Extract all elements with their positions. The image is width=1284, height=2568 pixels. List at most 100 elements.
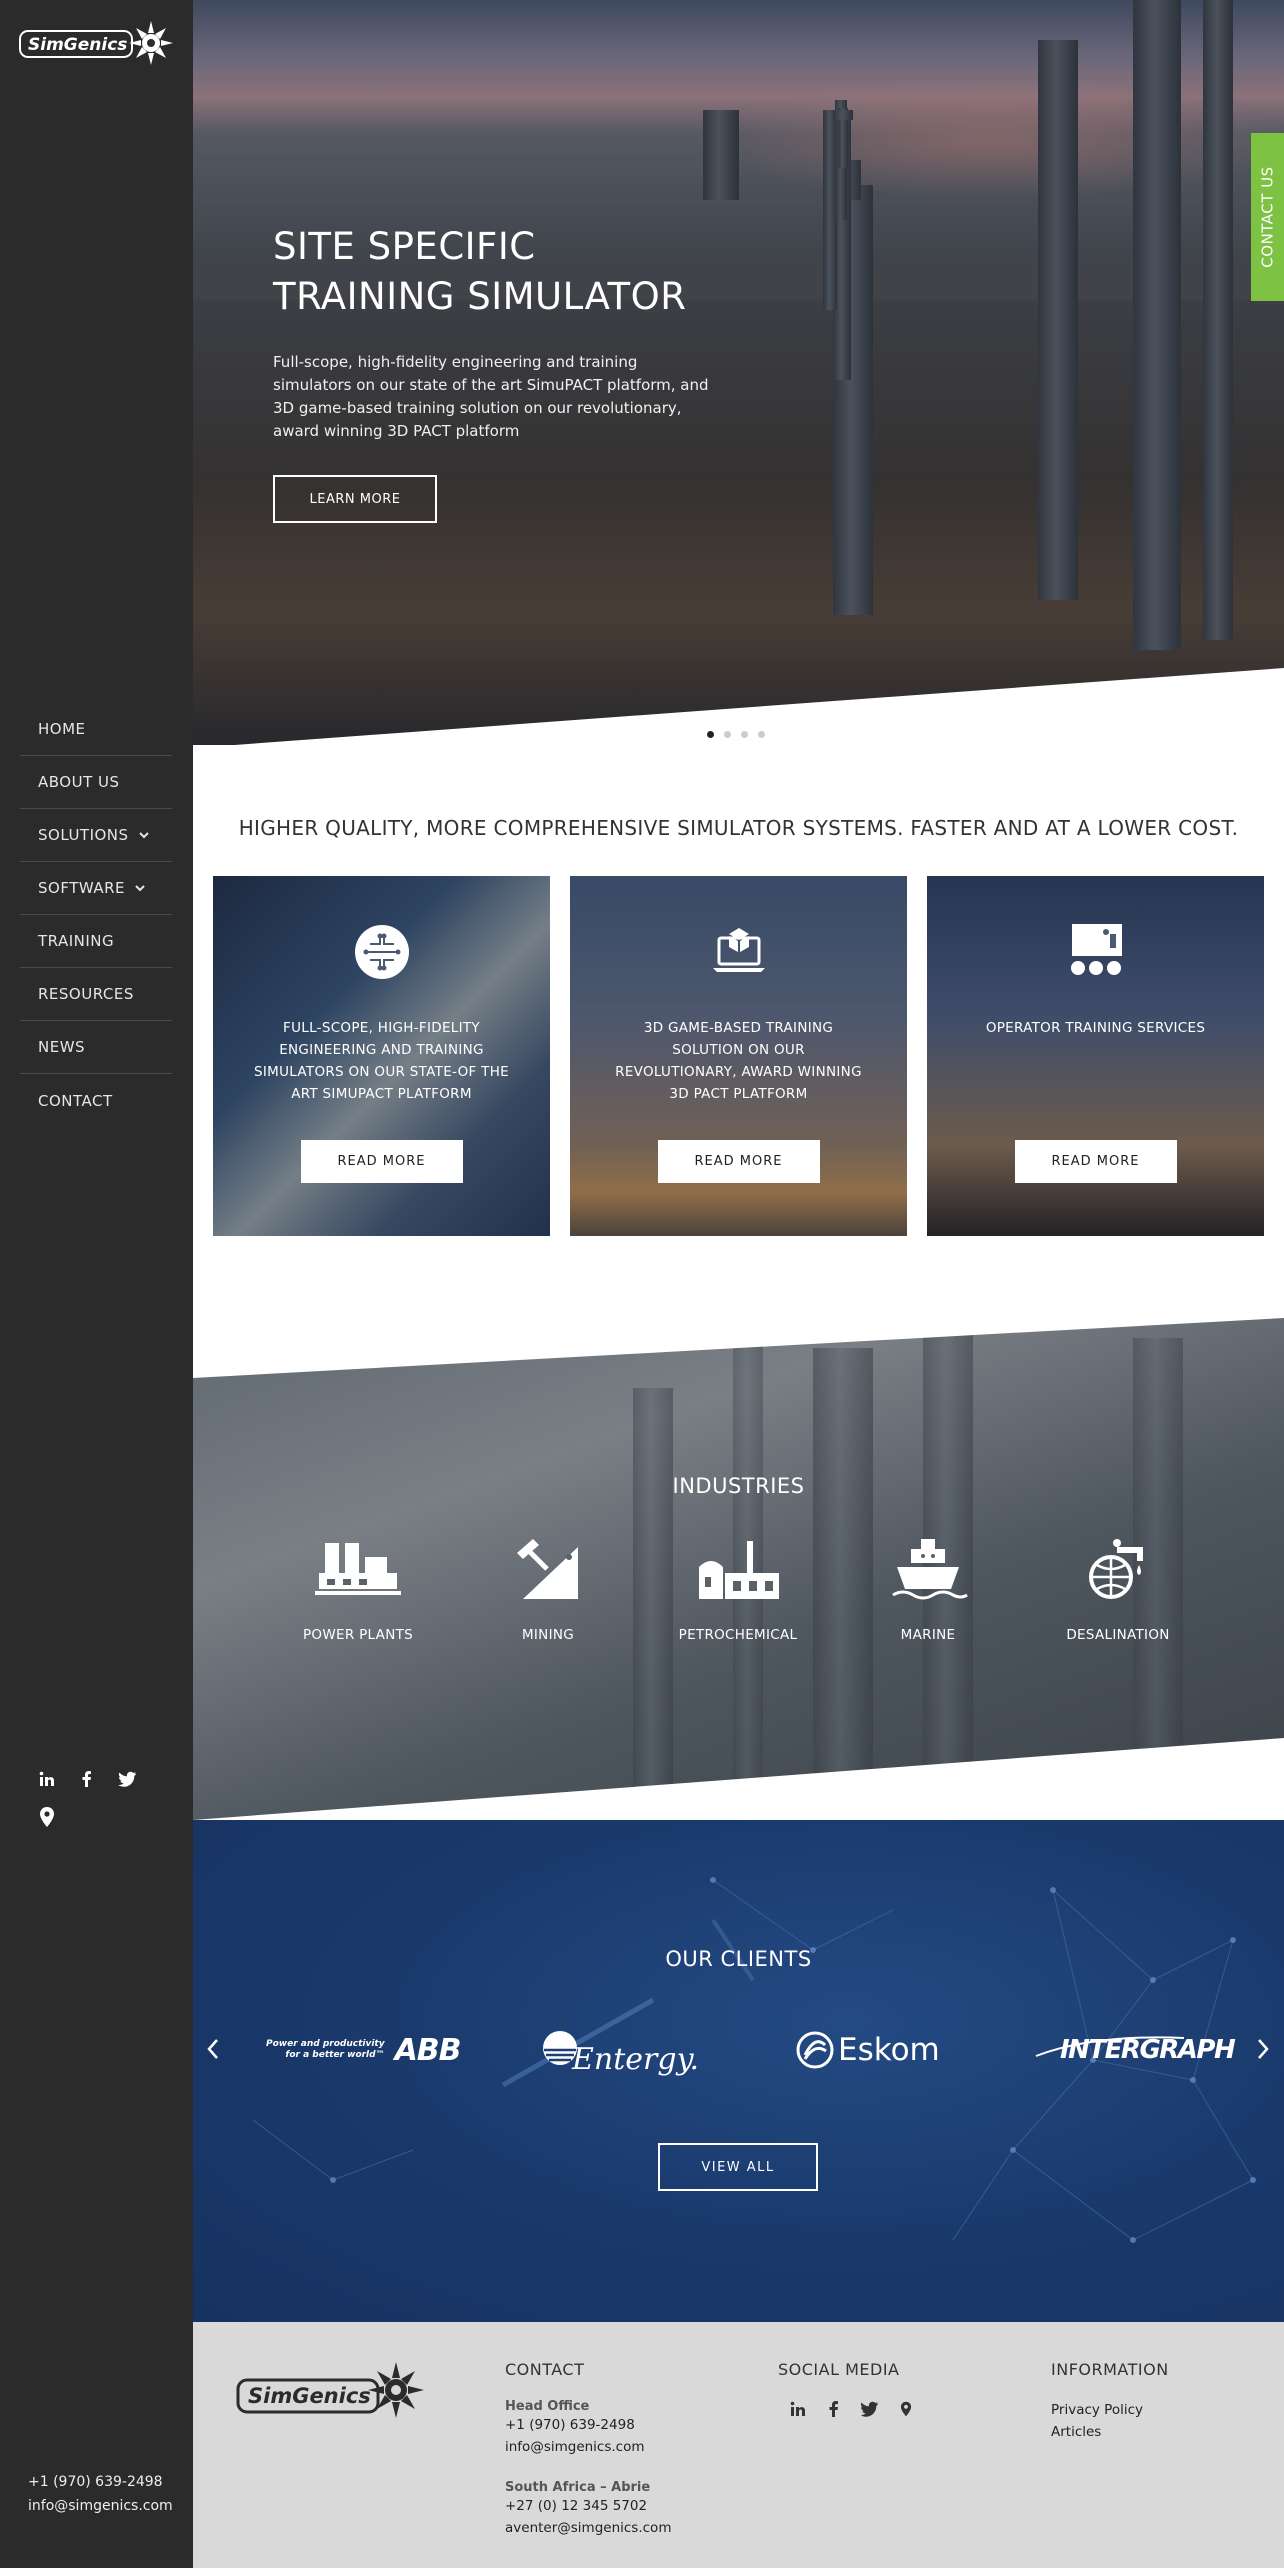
simgenics-logo[interactable]: SimGenics [18, 18, 174, 68]
facebook-icon[interactable] [824, 2399, 844, 2419]
industry-mining[interactable]: MINING [473, 1537, 623, 1643]
nav-item-resources[interactable]: RESOURCES [20, 968, 172, 1021]
main-nav: HOME ABOUT US SOLUTIONS SOFTWARE TRAININ… [20, 703, 172, 1127]
industry-label: POWER PLANTS [302, 1627, 414, 1643]
twitter-icon[interactable] [116, 1768, 138, 1790]
footer-social-heading: SOCIAL MEDIA [778, 2360, 900, 2379]
power-plant-icon [315, 1543, 401, 1595]
entergy-wordmark: Entergy. [572, 2041, 700, 2077]
abb-tagline-line1: Power and productivity [266, 2039, 385, 2049]
eskom-emblem-icon [796, 2031, 834, 2069]
intergraph-wordmark: INTERGRAPH [1060, 2035, 1236, 2065]
feature-card-operator-training: OPERATOR TRAINING SERVICES READ MORE [927, 876, 1264, 1236]
mining-icon [517, 1539, 578, 1599]
sidebar-email[interactable]: info@simgenics.com [28, 2498, 173, 2514]
learn-more-button[interactable]: LEARN MORE [273, 475, 437, 523]
nav-label: NEWS [38, 1038, 86, 1056]
marine-icon [892, 1539, 968, 1600]
abb-tagline-line2: for a better world™ [285, 2050, 385, 2060]
contact-us-tab-label: CONTACT US [1258, 166, 1277, 268]
nav-item-news[interactable]: NEWS [20, 1021, 172, 1074]
map-pin-icon[interactable] [896, 2399, 916, 2419]
south-africa-label: South Africa – Abrie [505, 2480, 651, 2495]
client-logo-intergraph[interactable]: INTERGRAPH [1034, 2022, 1236, 2078]
industry-label: MINING [521, 1627, 575, 1643]
industry-desalination[interactable]: DESALINATION [1043, 1537, 1193, 1643]
slider-dot[interactable] [758, 731, 765, 738]
feature-card-simulators: FULL-SCOPE, HIGH-FIDELITY ENGINEERING AN… [213, 876, 550, 1236]
head-office-label: Head Office [505, 2399, 590, 2414]
head-office-email[interactable]: info@simgenics.com [505, 2436, 671, 2458]
industries-title: INDUSTRIES [672, 1474, 805, 1498]
twitter-icon[interactable] [860, 2399, 880, 2419]
chevron-down-icon [138, 832, 149, 839]
view-all-button[interactable]: VIEW ALL [658, 2143, 818, 2191]
card-text: OPERATOR TRAINING SERVICES [985, 1020, 1206, 1036]
read-more-button[interactable]: READ MORE [1014, 1140, 1177, 1183]
nav-item-training[interactable]: TRAINING [20, 915, 172, 968]
svg-text:SimGenics: SimGenics [248, 2384, 371, 2408]
footer-contact: CONTACT Head Office +1 (970) 639-2498 in… [505, 2360, 671, 2539]
industry-label: DESALINATION [1066, 1627, 1170, 1643]
head-office-phone[interactable]: +1 (970) 639-2498 [505, 2414, 671, 2436]
industry-power-plants[interactable]: POWER PLANTS [283, 1537, 433, 1643]
nav-item-about-us[interactable]: ABOUT US [20, 756, 172, 809]
linkedin-icon[interactable] [36, 1768, 58, 1790]
nav-label: SOLUTIONS [38, 826, 129, 844]
hero-description: Full-scope, high-fidelity engineering an… [273, 353, 709, 440]
card-text: 3D GAME-BASED TRAINING SOLUTION ON OUR R… [615, 1020, 862, 1102]
card-text: FULL-SCOPE, HIGH-FIDELITY ENGINEERING AN… [254, 1020, 509, 1102]
south-africa-email[interactable]: aventer@simgenics.com [505, 2517, 671, 2539]
privacy-policy-link[interactable]: Privacy Policy [1051, 2399, 1169, 2421]
client-logo-abb[interactable]: Power and productivity for a better worl… [266, 2022, 462, 2078]
simgenics-footer-logo[interactable]: SimGenics [234, 2360, 424, 2424]
abb-wordmark: ABB [394, 2032, 462, 2068]
chevron-down-icon [135, 885, 145, 892]
slider-dot[interactable] [724, 731, 731, 738]
footer-contact-heading: CONTACT [505, 2360, 585, 2379]
chevron-left-icon[interactable] [205, 2036, 221, 2062]
svg-text:SimGenics: SimGenics [28, 35, 127, 55]
nav-label: ABOUT US [38, 773, 120, 791]
contact-us-tab[interactable]: CONTACT US [1251, 133, 1284, 301]
read-more-button[interactable]: READ MORE [300, 1140, 463, 1183]
nav-label: RESOURCES [38, 985, 134, 1003]
read-more-button[interactable]: READ MORE [657, 1140, 820, 1183]
eskom-wordmark: Eskom [838, 2032, 940, 2068]
nav-label: CONTACT [38, 1091, 113, 1110]
sidebar-phone[interactable]: +1 (970) 639-2498 [28, 2474, 163, 2490]
client-logo-entergy[interactable]: Entergy. [540, 2022, 699, 2078]
slider-dot[interactable] [741, 731, 748, 738]
industry-petrochemical[interactable]: PETROCHEMICAL [663, 1537, 813, 1643]
nav-label: TRAINING [38, 932, 115, 950]
slider-dots [707, 731, 765, 738]
hero-title-line1: SITE SPECIFIC [273, 225, 536, 268]
laptop-cube-icon [712, 928, 765, 972]
facebook-icon[interactable] [76, 1768, 98, 1790]
footer-social: SOCIAL MEDIA [778, 2360, 916, 2419]
nav-label: HOME [38, 720, 86, 738]
articles-link[interactable]: Articles [1051, 2421, 1169, 2443]
footer-information-heading: INFORMATION [1051, 2360, 1169, 2379]
client-logo-eskom[interactable]: Eskom [796, 2022, 940, 2078]
slider-dot[interactable] [707, 731, 714, 738]
hero-title-line2: TRAINING SIMULATOR [273, 275, 687, 318]
industry-marine[interactable]: MARINE [853, 1537, 1003, 1643]
circuit-brain-icon [354, 925, 409, 979]
footer-information: INFORMATION Privacy Policy Articles [1051, 2360, 1169, 2443]
footer [193, 2322, 1284, 2568]
map-pin-icon[interactable] [36, 1806, 58, 1828]
nav-item-contact[interactable]: CONTACT [20, 1074, 172, 1127]
south-africa-phone[interactable]: +27 (0) 12 345 5702 [505, 2495, 671, 2517]
petrochemical-icon [699, 1541, 779, 1599]
sidebar-social [36, 1768, 138, 1790]
linkedin-icon[interactable] [788, 2399, 808, 2419]
nav-item-solutions[interactable]: SOLUTIONS [20, 809, 172, 862]
tagline: HIGHER QUALITY, MORE COMPREHENSIVE SIMUL… [238, 816, 1239, 840]
desalination-icon [1089, 1539, 1143, 1599]
nav-label: SOFTWARE [38, 879, 126, 897]
nav-item-software[interactable]: SOFTWARE [20, 862, 172, 915]
nav-item-home[interactable]: HOME [20, 703, 172, 756]
chevron-right-icon[interactable] [1255, 2036, 1271, 2062]
industry-label: PETROCHEMICAL [678, 1627, 798, 1643]
